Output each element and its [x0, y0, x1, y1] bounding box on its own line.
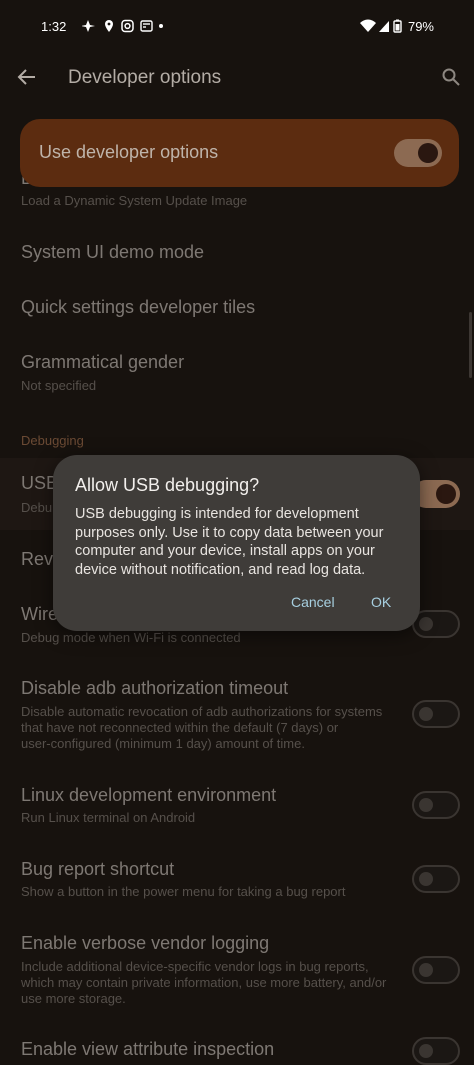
- allow-usb-debugging-dialog: Allow USB debugging? USB debugging is in…: [53, 455, 420, 631]
- system-ui-demo-mode-item[interactable]: System UI demo mode: [21, 242, 204, 263]
- battery-percent: 79%: [407, 19, 434, 34]
- news-icon: [140, 20, 153, 32]
- status-bar: 1:32 79%: [0, 0, 474, 54]
- linux-dev-env-title[interactable]: Linux development environment: [21, 785, 276, 806]
- disable-adb-timeout-switch[interactable]: [412, 700, 460, 728]
- disable-adb-timeout-subtitle: Disable automatic revocation of adb auth…: [21, 704, 383, 751]
- switch-knob: [419, 1044, 433, 1058]
- wireless-debugging-subtitle: Debug mode when Wi-Fi is connected: [21, 630, 241, 645]
- grammatical-gender-item[interactable]: Grammatical gender: [21, 352, 184, 373]
- switch-knob: [419, 963, 433, 977]
- bug-report-shortcut-subtitle: Show a button in the power menu for taki…: [21, 884, 346, 899]
- location-icon: [105, 20, 113, 32]
- back-arrow-icon[interactable]: [16, 66, 38, 88]
- quick-settings-tiles-item[interactable]: Quick settings developer tiles: [21, 297, 255, 318]
- dialog-message: USB debugging is intended for developmen…: [75, 506, 384, 578]
- instagram-icon: [121, 19, 134, 33]
- view-attribute-inspection-switch[interactable]: [412, 1037, 460, 1065]
- switch-knob: [419, 617, 433, 631]
- search-icon[interactable]: [442, 68, 460, 86]
- linux-dev-env-subtitle: Run Linux terminal on Android: [21, 810, 196, 825]
- partial-item-subtitle[interactable]: Load a Dynamic System Update Image: [21, 193, 247, 208]
- debugging-section-header: Debugging: [21, 433, 84, 448]
- wireless-debugging-switch[interactable]: [412, 610, 460, 638]
- verbose-vendor-logging-subtitle: Include additional device-specific vendo…: [21, 959, 387, 1006]
- use-developer-options-switch[interactable]: [394, 139, 442, 167]
- switch-knob: [419, 707, 433, 721]
- disable-adb-timeout-title[interactable]: Disable adb authorization timeout: [21, 678, 288, 699]
- switch-knob: [436, 484, 456, 504]
- scrollbar[interactable]: [469, 312, 472, 378]
- status-time: 1:32: [41, 19, 67, 34]
- notification-icons: [81, 19, 172, 36]
- verbose-vendor-logging-switch[interactable]: [412, 956, 460, 984]
- grammatical-gender-value: Not specified: [21, 378, 97, 393]
- bug-report-shortcut-switch[interactable]: [412, 865, 460, 893]
- switch-knob: [418, 143, 438, 163]
- cancel-button[interactable]: Cancel: [291, 594, 335, 610]
- page-title: Developer options: [68, 67, 222, 88]
- usb-debugging-subtitle: Debu: [21, 500, 53, 515]
- linux-dev-env-switch[interactable]: [412, 791, 460, 819]
- switch-knob: [419, 872, 433, 886]
- ok-button[interactable]: OK: [371, 594, 391, 610]
- status-right: 79%: [360, 19, 434, 34]
- view-attribute-inspection-title[interactable]: Enable view attribute inspection: [21, 1039, 274, 1060]
- pinwheel-icon: [81, 20, 95, 32]
- switch-knob: [419, 798, 433, 812]
- wifi-icon: [360, 19, 377, 32]
- dialog-title: Allow USB debugging?: [75, 475, 260, 495]
- use-developer-options-label: Use developer options: [39, 142, 219, 162]
- verbose-vendor-logging-title[interactable]: Enable verbose vendor logging: [21, 933, 269, 954]
- signal-icon: [379, 21, 390, 32]
- battery-icon: [393, 19, 403, 33]
- dot-icon: [159, 24, 163, 28]
- bug-report-shortcut-title[interactable]: Bug report shortcut: [21, 859, 174, 880]
